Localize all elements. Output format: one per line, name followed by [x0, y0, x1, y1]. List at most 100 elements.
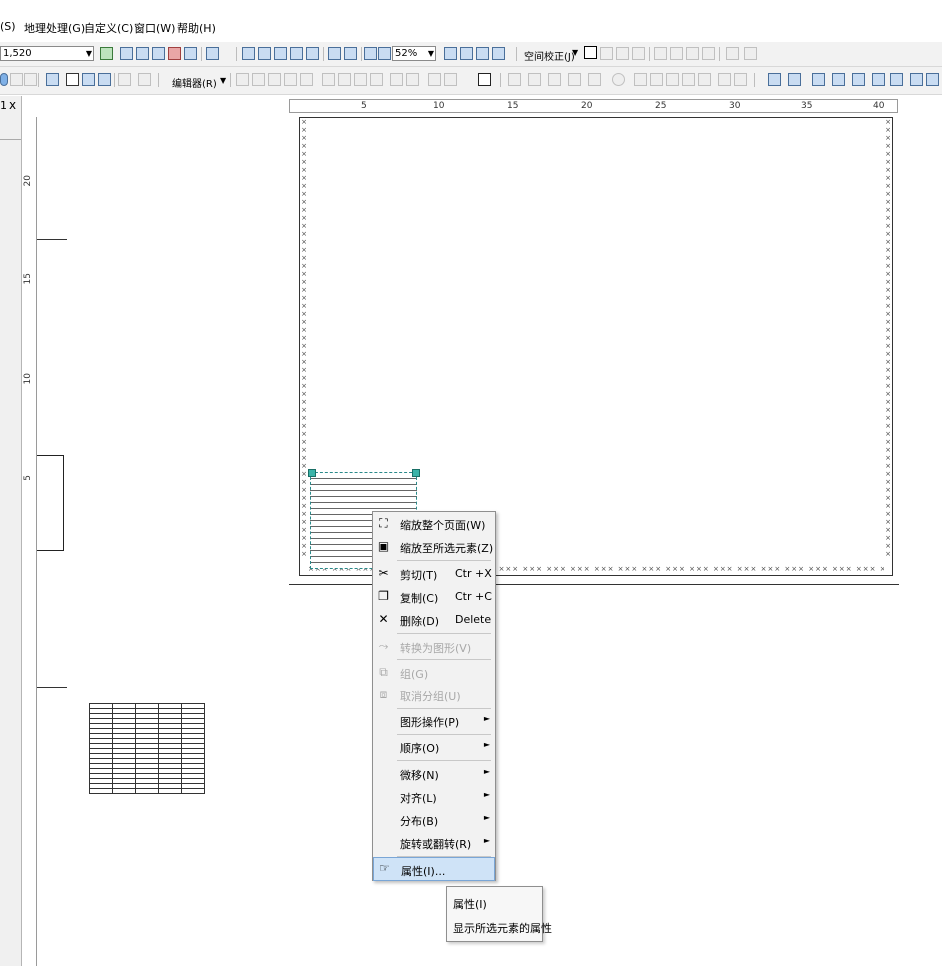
menu-separator [397, 760, 491, 761]
toggle-draft-mode-icon[interactable] [444, 47, 457, 60]
menu-help[interactable]: 帮助(H) [177, 20, 216, 36]
menu-item-delete[interactable]: ✕ 删除(D) Delete [373, 609, 495, 631]
menu-item-label: 缩放整个页面(W) [400, 519, 486, 532]
menu-item-label: 取消分组(U) [400, 690, 461, 703]
data-frame[interactable]: × × × × × × × × × × × × × × × × × × × × × × × × × × × × × × × × × × × × × × × ×… [299, 117, 893, 576]
frame-border-right: × × × × × × × × × × × × × × × × × × × × × × × × × × × × × × × × × × × × × × × ×… [885, 118, 891, 558]
advanced-edit-icon[interactable] [768, 73, 781, 86]
new-displacement-link-icon [600, 47, 613, 60]
close-icon[interactable]: x [9, 98, 16, 112]
python-window-icon[interactable] [184, 47, 197, 60]
next-extent-icon[interactable] [378, 47, 391, 60]
zoom-selected-icon: ▣ [377, 539, 390, 553]
editor-menu-dropdown[interactable]: 编辑器(R) [172, 75, 217, 90]
go-to-xy-icon[interactable] [82, 73, 95, 86]
submenu-arrow-icon: ► [483, 740, 490, 749]
fixed-zoom-out-icon[interactable] [344, 47, 357, 60]
catalog-icon[interactable] [136, 47, 149, 60]
search-window-icon[interactable] [152, 47, 165, 60]
create-features-icon [406, 73, 419, 86]
menu-item-label: 微移(N) [400, 769, 439, 782]
curve-calculator-icon[interactable] [890, 73, 903, 86]
menu-item-label: 对齐(L) [400, 792, 437, 805]
map-line [37, 687, 67, 688]
toolbar-separator [323, 47, 324, 61]
menu-customize[interactable]: 自定义(C) [84, 20, 133, 36]
route-icon [650, 73, 663, 86]
attributes-icon [390, 73, 403, 86]
pan-page-icon[interactable] [274, 47, 287, 60]
topology-select-icon [508, 73, 521, 86]
pin-icon[interactable]: 1 [0, 99, 7, 112]
binoculars-icon[interactable] [66, 73, 79, 86]
model-builder-icon[interactable] [206, 47, 219, 60]
vertical-ruler[interactable]: 20 15 10 5 [22, 117, 37, 966]
menu-item-order[interactable]: 顺序(O) ► [373, 736, 495, 758]
chevron-down-icon[interactable]: ▼ [220, 76, 226, 85]
traverse-icon[interactable] [832, 73, 845, 86]
chevron-down-icon[interactable]: ▼ [572, 48, 578, 57]
menu-item-copy[interactable]: ❐ 复制(C) Ctr +C [373, 586, 495, 608]
chevron-down-icon[interactable]: ▼ [428, 47, 434, 60]
layout-view-icon[interactable] [478, 73, 491, 86]
parcel-editor-icon[interactable] [812, 73, 825, 86]
menu-item-label: 顺序(O) [400, 742, 440, 755]
menu-item-graphic-operations[interactable]: 图形操作(P) ► [373, 710, 495, 732]
scale-combo[interactable]: 1,520 ▼ [0, 46, 94, 61]
editor-toolbar-icon[interactable] [100, 47, 113, 60]
modify-link-icon [616, 47, 629, 60]
menu-geoprocessing[interactable]: 地理处理(G) [24, 20, 85, 36]
selection-handle[interactable] [308, 469, 316, 477]
chevron-down-icon[interactable]: ▼ [86, 47, 92, 60]
menu-item-zoom-whole-page[interactable]: ⛶ 缩放整个页面(W) [373, 513, 495, 535]
zoom-percent-combo[interactable]: 52% ▼ [392, 46, 436, 61]
zoom-out-page-icon[interactable] [258, 47, 271, 60]
proportion-icon[interactable] [872, 73, 885, 86]
menu-item-zoom-selected[interactable]: ▣ 缩放至所选元素(Z) [373, 536, 495, 558]
spatial-adjustment-dropdown[interactable]: 空间校正(J) [524, 48, 575, 63]
previous-extent-icon[interactable] [364, 47, 377, 60]
menu-item-rotate-flip[interactable]: 旋转或翻转(R) ► [373, 832, 495, 854]
zoom-100-icon[interactable] [306, 47, 319, 60]
cogo-report-icon[interactable] [910, 73, 923, 86]
toolbar-separator [38, 73, 39, 87]
cogo-icon[interactable] [788, 73, 801, 86]
menu-window[interactable]: 窗口(W) [134, 20, 175, 36]
view-link-table-icon [702, 47, 715, 60]
layer-icon[interactable] [46, 73, 59, 86]
table-of-contents-panel[interactable]: 1 x [0, 96, 22, 966]
select-elements-icon[interactable] [584, 46, 597, 59]
menu-item-align[interactable]: 对齐(L) ► [373, 786, 495, 808]
toolbar-separator [201, 47, 202, 61]
menu-item-cut[interactable]: ✂ 剪切(T) Ctr +X [373, 563, 495, 585]
table-icon[interactable] [120, 47, 133, 60]
menu-select[interactable]: (S) [0, 20, 16, 33]
menu-item-nudge[interactable]: 微移(N) ► [373, 763, 495, 785]
zoom-in-page-icon[interactable] [242, 47, 255, 60]
zoom-whole-page-icon[interactable] [290, 47, 303, 60]
menu-item-convert-to-graphic: ⤳ 转换为图形(V) [373, 636, 495, 658]
new-limited-adjust-area-icon [670, 47, 683, 60]
group-icon: ⧉ [379, 665, 388, 679]
menu-item-label: 属性(I)... [401, 865, 446, 878]
arctoolbox-icon[interactable] [168, 47, 181, 60]
xy-icon[interactable] [98, 73, 111, 86]
menu-item-properties[interactable]: ☞ 属性(I)... [373, 857, 495, 881]
fixed-zoom-in-icon[interactable] [328, 47, 341, 60]
menu-item-label: 图形操作(P) [400, 716, 460, 729]
menu-item-distribute[interactable]: 分布(B) ► [373, 809, 495, 831]
horizontal-ruler[interactable]: 5 10 15 20 25 30 35 40 [289, 99, 898, 113]
editor-toolbar: 编辑器(R) ▼ [0, 67, 942, 95]
split-line-icon[interactable] [852, 73, 865, 86]
ruler-tick: 5 [361, 101, 367, 111]
globe-icon[interactable] [0, 73, 8, 86]
line-icon[interactable] [926, 73, 939, 86]
zoom-percent-value: 52% [395, 48, 418, 59]
focus-data-frame-icon[interactable] [460, 47, 473, 60]
change-layout-icon[interactable] [476, 47, 489, 60]
selection-handle[interactable] [412, 469, 420, 477]
create-viewer-icon [118, 73, 131, 86]
geocode-icon [718, 73, 731, 86]
delete-x-icon: ✕ [378, 612, 389, 626]
data-driven-pages-icon[interactable] [492, 47, 505, 60]
